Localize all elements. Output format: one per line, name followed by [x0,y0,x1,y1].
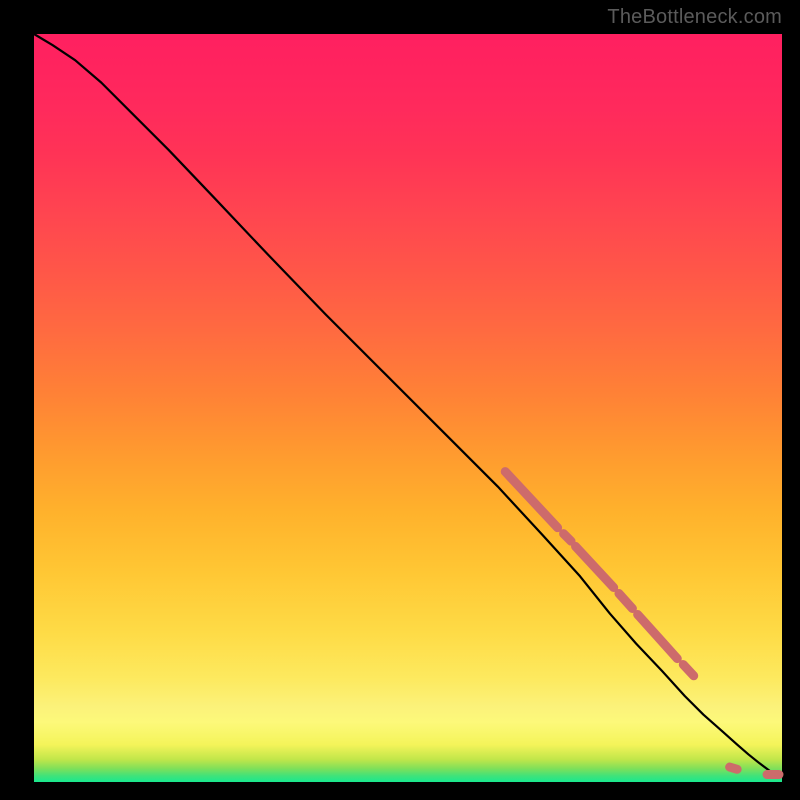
dash-segment [576,546,614,587]
chart-stage: TheBottleneck.com [0,0,800,800]
dash-segment [683,665,693,676]
dash-segment [564,534,571,541]
dash-segment [730,767,737,769]
dash-segment [505,472,557,528]
bottleneck-curve [34,34,782,777]
dashed-overlay [505,472,779,775]
plot-area [34,34,782,782]
chart-svg [34,34,782,782]
dash-segment [619,594,632,609]
watermark-label: TheBottleneck.com [607,6,782,29]
